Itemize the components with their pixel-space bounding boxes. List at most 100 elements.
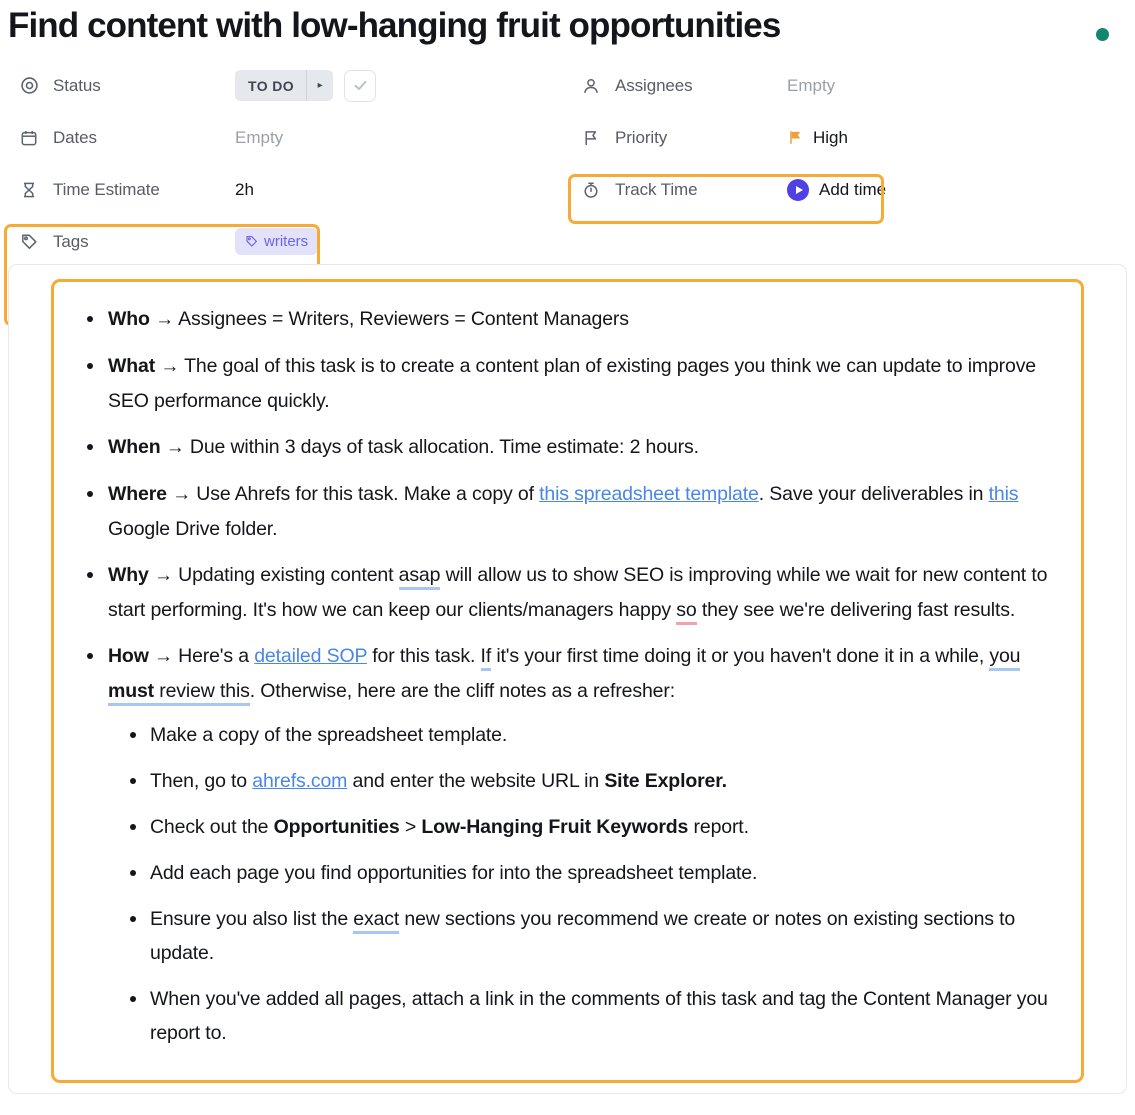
link-spreadsheet-template[interactable]: this spreadsheet template: [539, 483, 759, 505]
flag-icon: [580, 127, 602, 149]
arrow-glyph: →: [165, 436, 185, 458]
status-value: TO DO: [248, 77, 295, 94]
sub-ahrefs-text-2: and enter the website URL in: [347, 769, 605, 792]
dates-value[interactable]: Empty: [235, 128, 283, 148]
how-text-4: . Otherwise, here are the cliff notes as…: [249, 679, 675, 702]
list-item-sub-copy: Make a copy of the spreadsheet template.: [108, 718, 1063, 752]
link-detailed-sop[interactable]: detailed SOP: [254, 645, 367, 667]
metadata-column-right: Assignees Empty Priority High Track Time…: [570, 60, 1130, 216]
meta-label-tags: Tags: [53, 231, 89, 251]
arrow-glyph: →: [160, 355, 180, 377]
bullet-text-what: The goal of this task is to create a con…: [108, 354, 1037, 412]
how-text-1: Here's a: [178, 644, 255, 667]
sub-report-text-1: Check out the: [150, 815, 274, 838]
online-indicator-icon: [1096, 28, 1109, 41]
meta-row-track-time[interactable]: Track Time Add time: [570, 164, 1130, 216]
sub-ahrefs-bold-site-explorer: Site Explorer.: [604, 769, 727, 792]
bullet-lead-who: Who: [108, 307, 150, 330]
list-item-who: Who → Assignees = Writers, Reviewers = C…: [68, 302, 1063, 337]
metadata-column-left: Status TO DO ▸ Dates Empty Time Estimate…: [8, 60, 568, 268]
sub-exact-text-1: Ensure you also list the: [150, 907, 354, 930]
status-control[interactable]: TO DO ▸: [235, 69, 377, 102]
grammar-error-so[interactable]: so: [676, 598, 697, 625]
assignees-value[interactable]: Empty: [787, 76, 835, 96]
how-text-3: it's your first time doing it or you hav…: [491, 644, 990, 667]
list-item-where: Where → Use Ahrefs for this task. Make a…: [68, 477, 1063, 546]
list-item-how: How → Here's a detailed SOP for this tas…: [68, 639, 1063, 1050]
sub-copy-text: Make a copy of the spreadsheet template.: [150, 723, 508, 746]
grammar-suggestion-asap[interactable]: asap: [398, 563, 440, 590]
tag-chip-label: writers: [264, 233, 309, 251]
description-list: Who → Assignees = Writers, Reviewers = C…: [68, 302, 1063, 1050]
must-review-post: review this: [154, 679, 250, 702]
must-review-bold: must: [108, 679, 154, 702]
add-time-button[interactable]: Add time: [787, 178, 887, 201]
bullet-lead-what: What: [108, 354, 156, 377]
where-text-2: . Save your deliverables in: [758, 482, 989, 505]
meta-row-status[interactable]: Status TO DO ▸: [8, 60, 568, 112]
meta-label-track-time: Track Time: [615, 179, 698, 199]
list-item-when: When → Due within 3 days of task allocat…: [68, 430, 1063, 465]
meta-row-priority[interactable]: Priority High: [570, 112, 1130, 164]
sub-report-bold-opportunities: Opportunities: [273, 815, 400, 838]
list-item-why: Why → Updating existing content asap wil…: [68, 558, 1063, 627]
bullet-text-when: Due within 3 days of task allocation. Ti…: [189, 435, 699, 458]
arrow-glyph: →: [154, 564, 173, 586]
link-drive-folder[interactable]: this: [989, 483, 1019, 505]
sub-ahrefs-text-1: Then, go to: [150, 769, 253, 792]
tags-value[interactable]: writers: [235, 228, 319, 256]
how-text-2: for this task.: [366, 644, 481, 667]
bullet-lead-how: How: [108, 644, 149, 667]
link-ahrefs-com[interactable]: ahrefs.com: [252, 770, 347, 792]
bullet-lead-why: Why: [108, 563, 149, 586]
sub-comment-text: When you've added all pages, attach a li…: [150, 987, 1048, 1044]
list-item-sub-report: Check out the Opportunities > Low-Hangin…: [108, 810, 1063, 844]
hourglass-icon: [18, 179, 40, 201]
tag-chip-icon: [246, 236, 257, 247]
list-item-sub-exact: Ensure you also list the exact new secti…: [108, 902, 1063, 970]
tag-icon: [18, 231, 40, 253]
meta-row-time-estimate[interactable]: Time Estimate 2h: [8, 164, 568, 216]
sub-report-text-2: >: [399, 815, 422, 838]
must-review-pre: you: [989, 644, 1021, 667]
arrow-glyph: →: [154, 645, 173, 667]
bullet-lead-where: Where: [108, 482, 167, 505]
time-estimate-value[interactable]: 2h: [235, 180, 254, 200]
title-row: Find content with low-hanging fruit oppo…: [0, 0, 1135, 48]
meta-row-tags[interactable]: Tags writers: [8, 216, 568, 268]
grammar-suggestion-exact[interactable]: exact: [353, 907, 399, 934]
person-icon: [580, 75, 602, 97]
chevron-right-icon[interactable]: ▸: [307, 80, 333, 91]
sub-report-text-3: report.: [688, 815, 749, 838]
priority-label: High: [813, 127, 848, 147]
highlight-box-description[interactable]: Who → Assignees = Writers, Reviewers = C…: [51, 278, 1084, 1083]
status-pill[interactable]: TO DO ▸: [235, 70, 334, 102]
task-metadata: Status TO DO ▸ Dates Empty Time Estimate…: [0, 60, 1135, 326]
why-text-1: Updating existing content: [178, 563, 399, 586]
bullet-lead-when: When: [108, 435, 161, 458]
meta-label-status: Status: [53, 75, 101, 95]
priority-value[interactable]: High: [787, 128, 848, 148]
list-item-sub-add: Add each page you find opportunities for…: [108, 856, 1063, 890]
meta-label-dates: Dates: [53, 127, 97, 147]
play-icon: [787, 178, 809, 201]
sub-add-text: Add each page you find opportunities for…: [150, 861, 758, 884]
target-icon: [18, 75, 40, 97]
arrow-glyph: →: [155, 308, 174, 330]
complete-task-button[interactable]: [344, 69, 377, 102]
list-item-sub-ahrefs: Then, go to ahrefs.com and enter the web…: [108, 764, 1063, 798]
where-text-1: Use Ahrefs for this task. Make a copy of: [196, 482, 540, 505]
stopwatch-icon: [580, 179, 602, 201]
add-time-label: Add time: [819, 179, 887, 199]
meta-row-assignees[interactable]: Assignees Empty: [570, 60, 1130, 112]
sub-report-bold-lhf-keywords: Low-Hanging Fruit Keywords: [421, 815, 689, 838]
arrow-glyph: →: [172, 483, 191, 505]
grammar-suggestion-if[interactable]: If: [480, 644, 491, 671]
page-title[interactable]: Find content with low-hanging fruit oppo…: [8, 4, 781, 48]
bullet-text-who: Assignees = Writers, Reviewers = Content…: [178, 307, 629, 330]
meta-row-dates[interactable]: Dates Empty: [8, 112, 568, 164]
priority-flag-icon: [787, 129, 804, 146]
description-panel: Who → Assignees = Writers, Reviewers = C…: [8, 263, 1127, 1094]
meta-label-assignees: Assignees: [615, 75, 693, 95]
tag-chip-writers[interactable]: writers: [235, 228, 319, 256]
